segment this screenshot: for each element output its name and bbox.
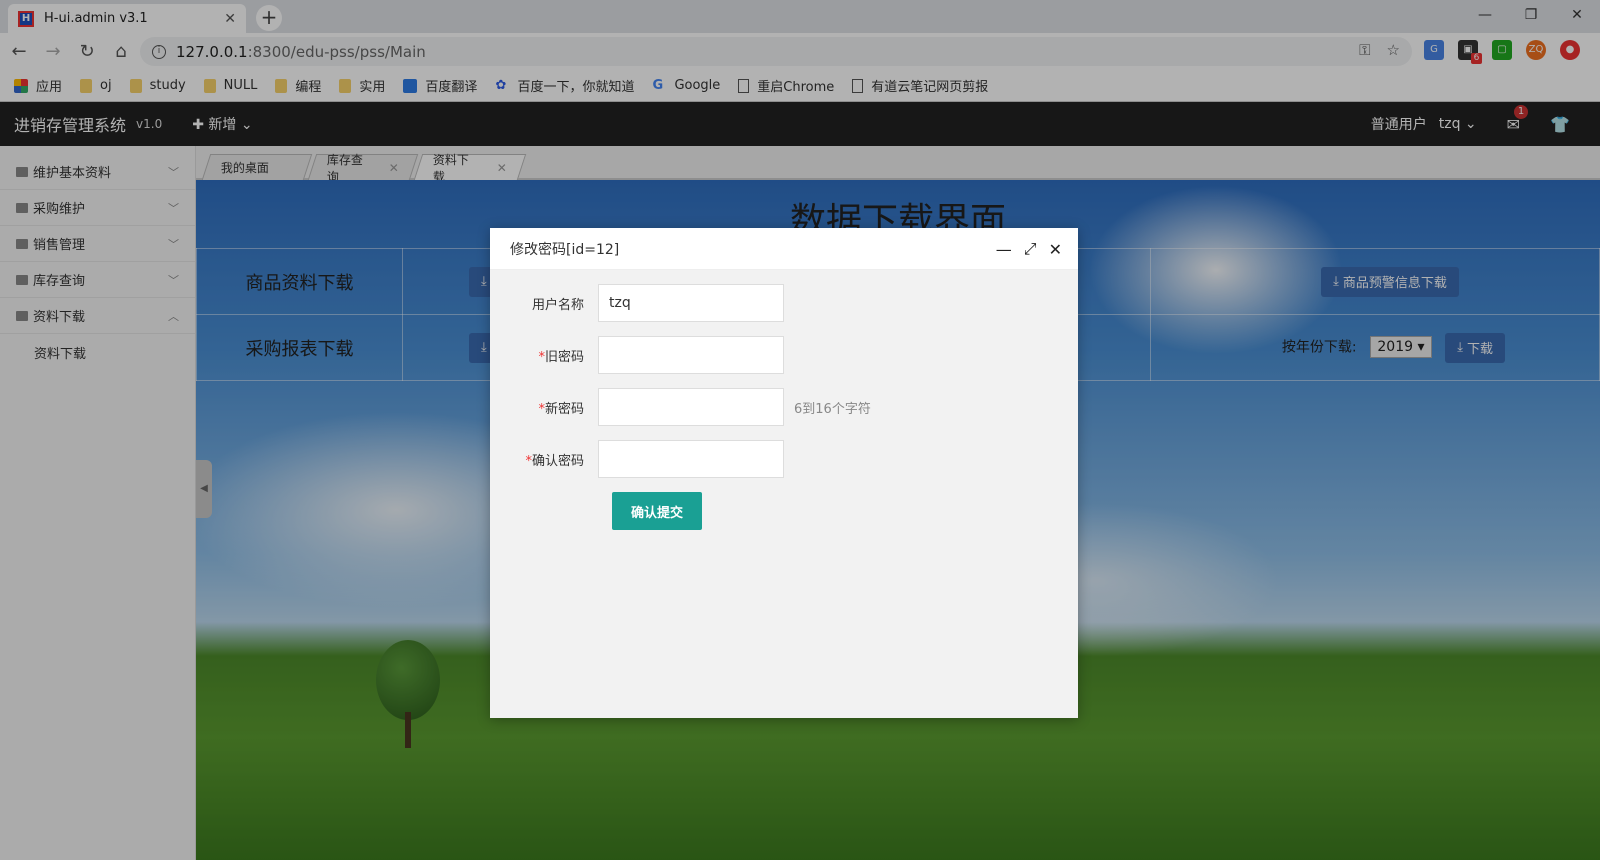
form-row-old-password: *旧密码 xyxy=(490,336,1078,374)
new-password-field[interactable] xyxy=(598,388,784,426)
username-field[interactable]: tzq xyxy=(598,284,784,322)
submit-button[interactable]: 确认提交 xyxy=(612,492,702,530)
close-icon[interactable]: ✕ xyxy=(1049,240,1062,259)
form-row-confirm-password: *确认密码 xyxy=(490,440,1078,478)
old-password-label-text: 旧密码 xyxy=(544,349,584,365)
confirm-password-label: *确认密码 xyxy=(490,450,598,469)
old-password-label: *旧密码 xyxy=(490,346,598,365)
new-password-label-text: 新密码 xyxy=(544,401,584,417)
maximize-icon[interactable]: ⤢ xyxy=(1024,239,1037,259)
confirm-password-label-text: 确认密码 xyxy=(531,453,584,469)
confirm-password-field[interactable] xyxy=(598,440,784,478)
form-row-new-password: *新密码 6到16个字符 xyxy=(490,388,1078,426)
new-password-hint: 6到16个字符 xyxy=(794,401,871,417)
new-password-label: *新密码 xyxy=(490,398,598,417)
minimize-icon[interactable]: — xyxy=(996,240,1012,259)
dialog-title: 修改密码[id=12] xyxy=(510,241,620,258)
dialog-controls: — ⤢ ✕ xyxy=(996,228,1062,270)
username-label: 用户名称 xyxy=(531,297,584,313)
old-password-field[interactable] xyxy=(598,336,784,374)
form-row-username: 用户名称 tzq xyxy=(490,284,1078,322)
dialog-header: 修改密码[id=12] — ⤢ ✕ xyxy=(490,228,1078,270)
change-password-dialog: 修改密码[id=12] — ⤢ ✕ 用户名称 tzq *旧密码 *新密码 6到1… xyxy=(490,228,1078,718)
